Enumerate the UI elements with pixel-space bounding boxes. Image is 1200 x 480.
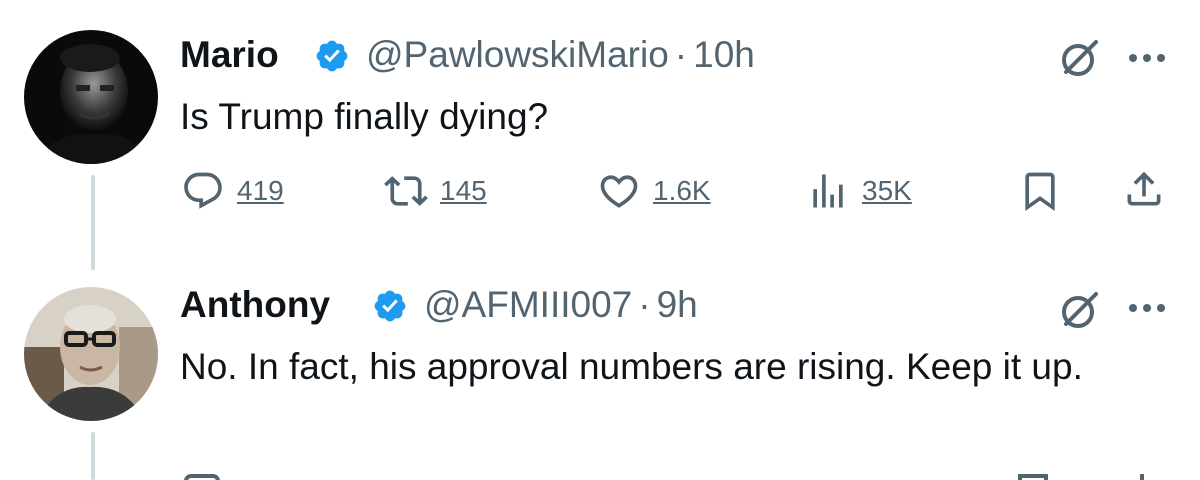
views-count: 35K [862, 175, 912, 206]
verified-badge-icon[interactable] [314, 38, 350, 74]
share-icon[interactable] [1122, 167, 1166, 211]
retweet-count: 145 [440, 175, 487, 206]
clipped-icon-stub [184, 474, 220, 480]
like-icon [600, 175, 638, 208]
author-handle[interactable]: @AFMIII007 · 9h [424, 283, 698, 327]
more-icon[interactable] [1127, 52, 1167, 64]
tweet-text: No. In fact, his approval numbers are ri… [180, 346, 1083, 387]
clipped-icon-stub [1018, 474, 1048, 480]
author-name[interactable]: Mario [180, 33, 279, 77]
views-icon [813, 174, 843, 208]
timestamp[interactable]: 9h [657, 284, 698, 325]
timestamp[interactable]: 10h [693, 34, 755, 75]
verified-badge-icon[interactable] [372, 288, 408, 324]
handle-text: @PawlowskiMario [366, 34, 669, 75]
more-icon[interactable] [1127, 302, 1167, 314]
separator-dot: · [638, 284, 651, 325]
grok-icon[interactable] [1058, 36, 1102, 80]
thread-line-top [91, 175, 95, 270]
reply-count: 419 [237, 175, 284, 206]
author-name[interactable]: Anthony [180, 283, 330, 327]
action-bar-clipped [180, 470, 1170, 480]
reply-icon [184, 172, 222, 209]
views-button[interactable]: 35K [806, 169, 912, 213]
retweet-icon [384, 176, 428, 206]
separator-dot: · [674, 34, 688, 75]
avatar[interactable] [24, 287, 158, 421]
like-count: 1.6K [653, 175, 711, 206]
retweet-button[interactable]: 145 [384, 169, 487, 213]
grok-icon[interactable] [1058, 288, 1102, 332]
author-handle[interactable]: @PawlowskiMario · 10h [366, 33, 755, 77]
bookmark-icon[interactable] [1018, 169, 1062, 213]
handle-text: @AFMIII007 [424, 284, 633, 325]
like-button[interactable]: 1.6K [597, 169, 711, 213]
tweet-text: Is Trump finally dying? [180, 96, 549, 137]
clipped-icon-stub [1140, 474, 1144, 480]
avatar[interactable] [24, 30, 158, 164]
reply-button[interactable]: 419 [181, 169, 284, 213]
thread-line-bottom [91, 432, 95, 480]
